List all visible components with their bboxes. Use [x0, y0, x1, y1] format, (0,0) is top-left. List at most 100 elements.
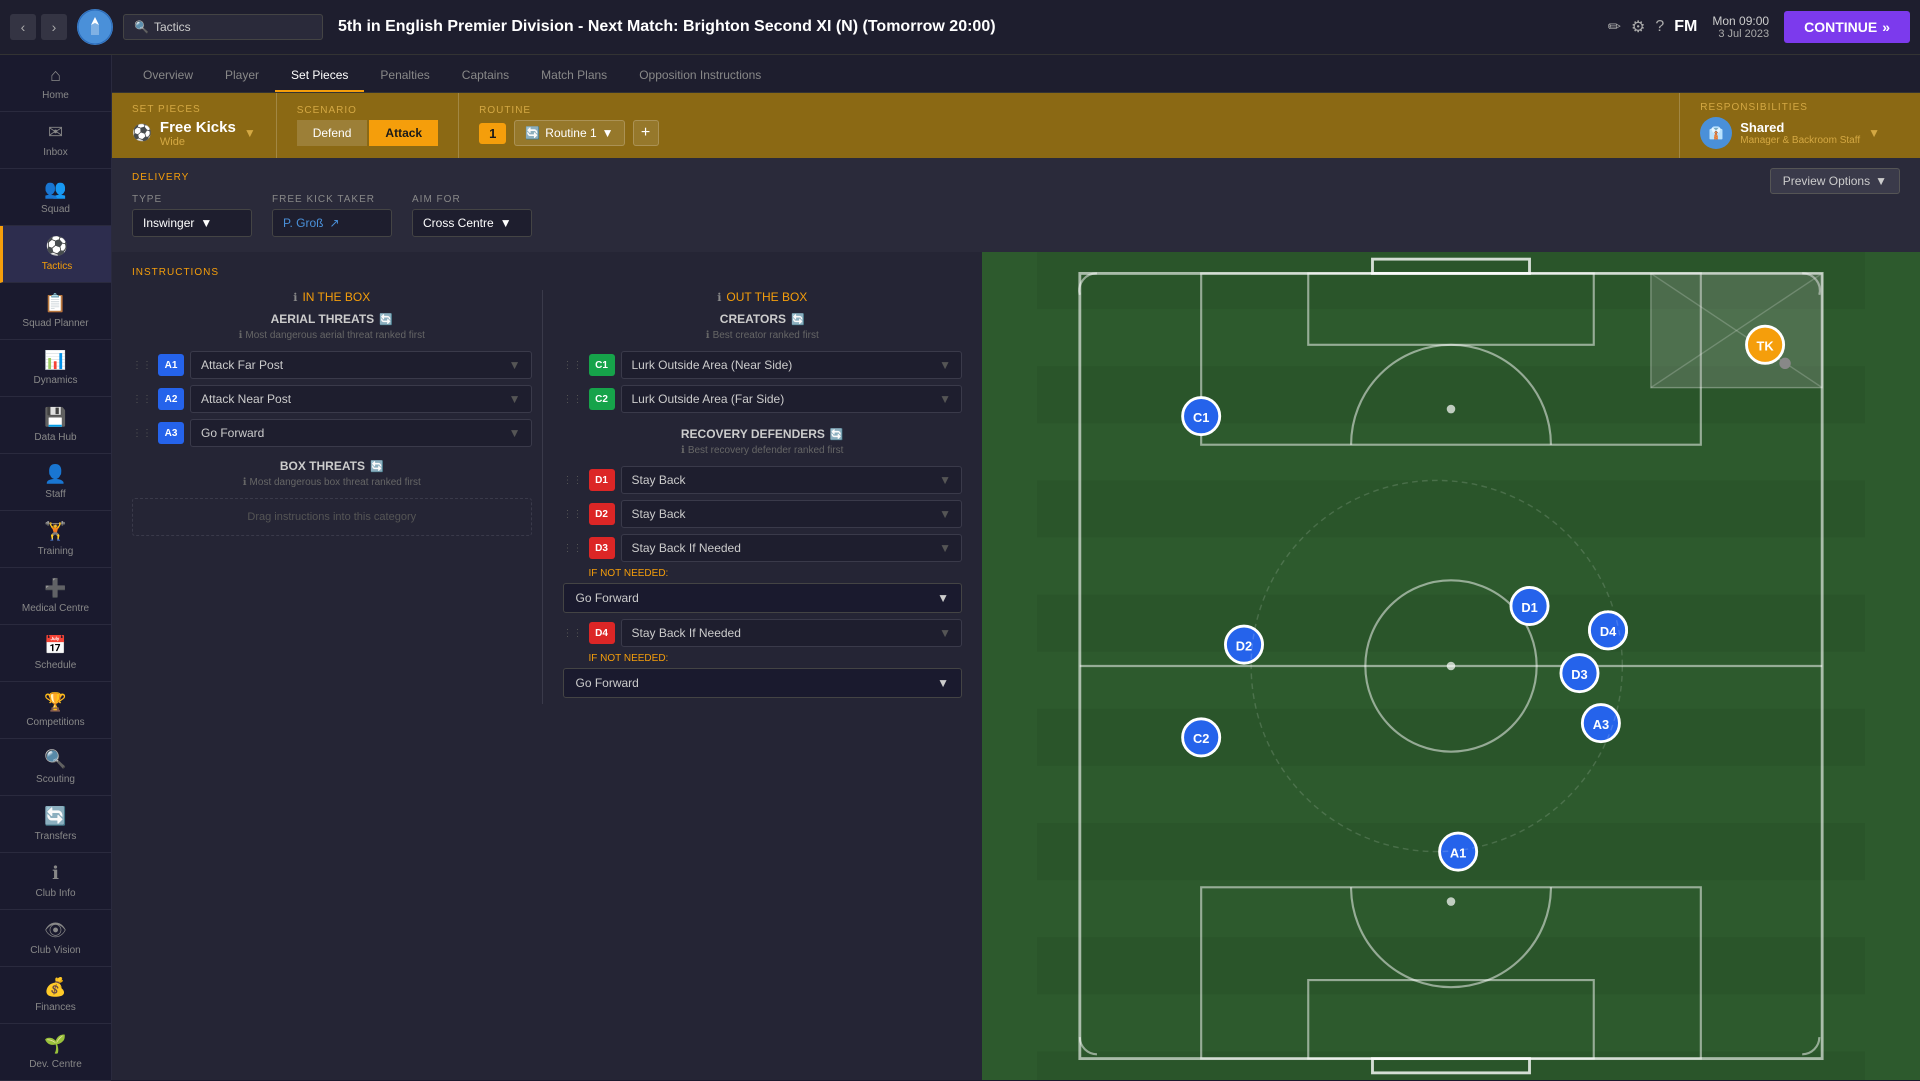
drag-handle-c2[interactable]: ⋮⋮	[563, 394, 583, 405]
recovery-chevron-d1: ▼	[939, 473, 951, 487]
preview-options-button[interactable]: Preview Options ▼	[1770, 168, 1900, 194]
finances-icon: 💰	[44, 977, 66, 998]
drag-handle-a2[interactable]: ⋮⋮	[132, 394, 152, 405]
drag-handle-d4[interactable]: ⋮⋮	[563, 628, 583, 639]
sidebar-item-medical[interactable]: ➕ Medical Centre	[0, 568, 111, 625]
tab-penalties[interactable]: Penalties	[364, 60, 445, 92]
sidebar-label-inbox: Inbox	[43, 147, 67, 158]
delivery-area: DELIVERY Preview Options ▼ TYPE Inswinge…	[112, 158, 1920, 252]
tab-set-pieces[interactable]: Set Pieces	[275, 60, 364, 92]
aerial-select-a3[interactable]: Go Forward ▼	[190, 419, 532, 447]
sidebar-item-tactics[interactable]: ⚽ Tactics	[0, 226, 111, 283]
sidebar-item-staff[interactable]: 👤 Staff	[0, 454, 111, 511]
continue-icon: »	[1882, 19, 1890, 35]
tab-match-plans[interactable]: Match Plans	[525, 60, 623, 92]
aerial-row-a1: ⋮⋮ A1 Attack Far Post ▼	[132, 351, 532, 379]
sidebar-item-squad[interactable]: 👥 Squad	[0, 169, 111, 226]
tab-captains[interactable]: Captains	[446, 60, 525, 92]
recovery-select-d1[interactable]: Stay Back ▼	[621, 466, 963, 494]
drag-handle-a3[interactable]: ⋮⋮	[132, 428, 152, 439]
drag-handle-d3[interactable]: ⋮⋮	[563, 543, 583, 554]
aim-label: AIM FOR	[412, 194, 532, 205]
drag-handle-d1[interactable]: ⋮⋮	[563, 475, 583, 486]
pitch-area: TK A1 A2 A3 C1 C2	[982, 252, 1920, 1080]
recovery-chevron-d2: ▼	[939, 507, 951, 521]
edit-icon[interactable]: ✏	[1608, 17, 1621, 37]
preview-options-chevron: ▼	[1875, 174, 1887, 188]
creator-row-c2: ⋮⋮ C2 Lurk Outside Area (Far Side) ▼	[563, 385, 963, 413]
badge-d4: D4	[589, 622, 615, 644]
sidebar-item-squad-planner[interactable]: 📋 Squad Planner	[0, 283, 111, 340]
topbar: ‹ › 🔍 Tactics 5th in English Premier Div…	[0, 0, 1920, 55]
sidebar-item-training[interactable]: 🏋 Training	[0, 511, 111, 568]
drag-handle-c1[interactable]: ⋮⋮	[563, 360, 583, 371]
recovery-select-d4[interactable]: Stay Back If Needed ▼	[621, 619, 963, 647]
if-not-label-d3: IF NOT NEEDED:	[563, 568, 963, 579]
attack-button[interactable]: Attack	[369, 120, 438, 146]
if-not-needed-d4: IF NOT NEEDED: Go Forward ▼	[563, 653, 963, 698]
creators-refresh-icon[interactable]: 🔄	[791, 313, 805, 326]
out-box-label: OUT THE BOX	[726, 290, 807, 304]
continue-button[interactable]: CONTINUE »	[1784, 11, 1910, 43]
drag-handle-a1[interactable]: ⋮⋮	[132, 360, 152, 371]
fm-icon: FM	[1674, 18, 1697, 36]
drag-handle-d2[interactable]: ⋮⋮	[563, 509, 583, 520]
routine-dropdown[interactable]: 🔄 Routine 1 ▼	[514, 120, 624, 146]
aerial-select-a2[interactable]: Attack Near Post ▼	[190, 385, 532, 413]
info-icon[interactable]: ?	[1655, 18, 1664, 36]
box-threats-refresh-icon[interactable]: 🔄	[370, 460, 384, 473]
search-icon: 🔍	[134, 20, 149, 34]
sidebar-item-club-vision[interactable]: 👁 Club Vision	[0, 910, 111, 967]
sidebar-item-scouting[interactable]: 🔍 Scouting	[0, 739, 111, 796]
forward-button[interactable]: ›	[41, 14, 67, 40]
aerial-select-a1[interactable]: Attack Far Post ▼	[190, 351, 532, 379]
in-box-info-icon[interactable]: ℹ	[293, 291, 297, 304]
taker-value: P. Groß	[283, 216, 323, 230]
routine-add-button[interactable]: +	[633, 120, 659, 146]
taker-select[interactable]: P. Groß ↗	[272, 209, 392, 237]
aerial-refresh-icon[interactable]: 🔄	[379, 313, 393, 326]
if-not-select-d4[interactable]: Go Forward ▼	[563, 668, 963, 698]
sp-type-chevron[interactable]: ▼	[244, 126, 256, 140]
svg-text:D2: D2	[1236, 638, 1252, 653]
sidebar-label-home: Home	[42, 90, 69, 101]
sidebar-item-inbox[interactable]: ✉ Inbox	[0, 112, 111, 169]
taker-link-icon: ↗	[329, 216, 339, 230]
recovery-row-d3: ⋮⋮ D3 Stay Back If Needed ▼	[563, 534, 963, 562]
sidebar-item-dynamics[interactable]: 📊 Dynamics	[0, 340, 111, 397]
recovery-select-d3[interactable]: Stay Back If Needed ▼	[621, 534, 963, 562]
tab-player[interactable]: Player	[209, 60, 275, 92]
creator-select-c1[interactable]: Lurk Outside Area (Near Side) ▼	[621, 351, 963, 379]
recovery-refresh-icon[interactable]: 🔄	[830, 428, 844, 441]
creator-select-c2[interactable]: Lurk Outside Area (Far Side) ▼	[621, 385, 963, 413]
sidebar-item-schedule[interactable]: 📅 Schedule	[0, 625, 111, 682]
if-not-chevron-d4: ▼	[937, 676, 949, 690]
topbar-icons: ✏ ⚙ ? FM	[1608, 17, 1698, 37]
aerial-chevron-a2: ▼	[509, 392, 521, 406]
recovery-select-d2[interactable]: Stay Back ▼	[621, 500, 963, 528]
tab-overview[interactable]: Overview	[127, 60, 209, 92]
tab-opposition[interactable]: Opposition Instructions	[623, 60, 777, 92]
help-icon[interactable]: ⚙	[1631, 17, 1645, 37]
sidebar-item-home[interactable]: ⌂ Home	[0, 55, 111, 112]
out-box-header: ℹ OUT THE BOX	[563, 290, 963, 304]
type-select[interactable]: Inswinger ▼	[132, 209, 252, 237]
badge-a3: A3	[158, 422, 184, 444]
recovery-value-d4: Stay Back If Needed	[632, 626, 741, 640]
sidebar-item-competitions[interactable]: 🏆 Competitions	[0, 682, 111, 739]
defend-button[interactable]: Defend	[297, 120, 368, 146]
schedule-icon: 📅	[44, 635, 66, 656]
out-box-info-icon[interactable]: ℹ	[717, 291, 721, 304]
resp-chevron[interactable]: ▼	[1868, 126, 1880, 140]
squad-icon: 👥	[44, 179, 66, 200]
competitions-icon: 🏆	[44, 692, 66, 713]
back-button[interactable]: ‹	[10, 14, 36, 40]
sidebar-item-finances[interactable]: 💰 Finances	[0, 967, 111, 1024]
sidebar-item-dev-centre[interactable]: 🌱 Dev. Centre	[0, 1024, 111, 1081]
if-not-select-d3[interactable]: Go Forward ▼	[563, 583, 963, 613]
sidebar-item-data-hub[interactable]: 💾 Data Hub	[0, 397, 111, 454]
aim-select[interactable]: Cross Centre ▼	[412, 209, 532, 237]
sidebar-item-club-info[interactable]: ℹ Club Info	[0, 853, 111, 910]
sidebar-item-transfers[interactable]: 🔄 Transfers	[0, 796, 111, 853]
search-box[interactable]: 🔍 Tactics	[123, 14, 323, 40]
